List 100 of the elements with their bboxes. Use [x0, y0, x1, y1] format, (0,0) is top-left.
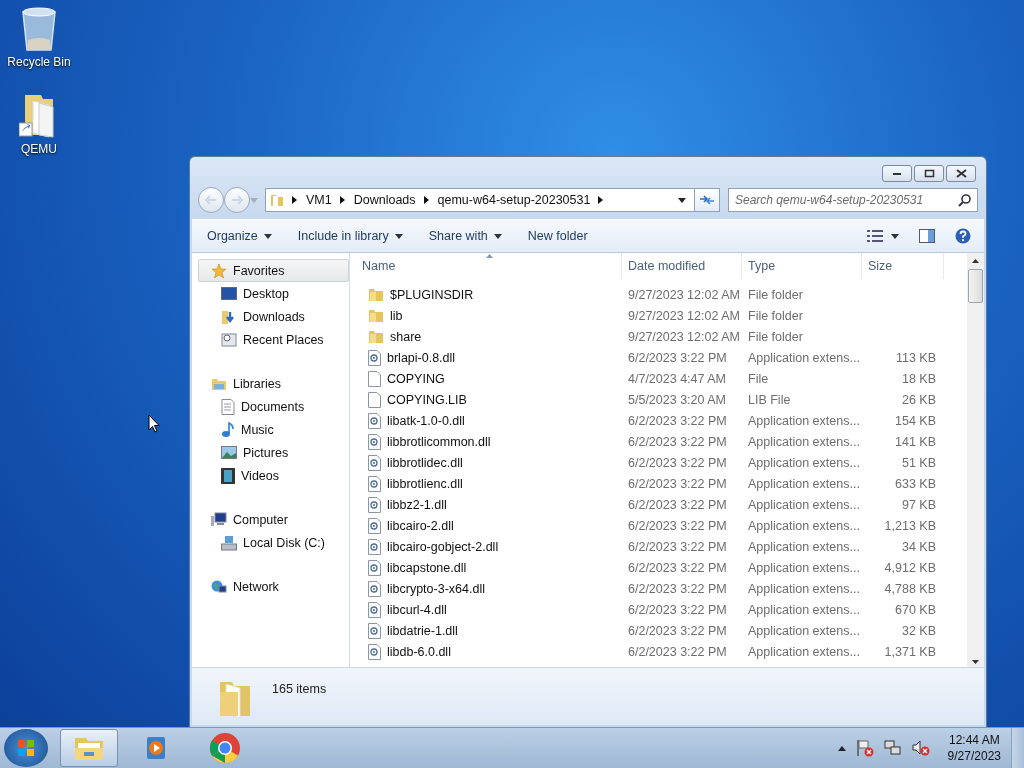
breadcrumb-arrow-icon[interactable] [598, 196, 605, 204]
clock[interactable]: 12:44 AM 9/27/2023 [947, 732, 1001, 764]
file-type-cell-text: Application extens... [747, 433, 861, 451]
file-name[interactable]: brlapi-0.8.dll [387, 350, 456, 365]
file-type-cell-text: Application extens... [747, 559, 861, 577]
file-type-cell-text: Application extens... [747, 454, 861, 472]
file-name[interactable]: libbrotlienc.dll [387, 476, 463, 491]
navigation-label[interactable]: Music [241, 422, 274, 437]
folder-icon [270, 193, 284, 207]
navigation-label[interactable]: Computer [233, 512, 288, 527]
file-name[interactable]: COPYING [387, 371, 445, 386]
scroll-up-arrow-icon[interactable] [972, 259, 979, 263]
column-header[interactable]: Size [862, 253, 944, 279]
preview-pane-icon [919, 229, 935, 243]
folder-icon [368, 329, 384, 344]
navigation-label[interactable]: Recent Places [243, 332, 324, 347]
file-type-cell-text: Application extens... [747, 517, 861, 535]
maximize-button[interactable] [914, 165, 944, 182]
date-modified-cell-text: 6/2/2023 3:22 PM [627, 580, 728, 598]
address-bar[interactable]: VM1 Downloads qemu-w64-setup-20230531 [265, 188, 695, 212]
navigation-item[interactable]: Network [198, 575, 349, 598]
desktop-icon-label[interactable]: Recycle Bin [7, 55, 71, 69]
file-type-cell-text: File [747, 370, 770, 388]
scroll-down-arrow-icon[interactable] [972, 660, 979, 664]
file-name[interactable]: libcairo-2.dll [387, 518, 454, 533]
browser-icon [209, 732, 241, 764]
recycle-bin-icon[interactable] [19, 6, 59, 52]
file-name[interactable]: share [390, 329, 422, 344]
close-button[interactable] [946, 165, 976, 182]
sort-arrow-icon [486, 254, 493, 258]
file-name[interactable]: libcrypto-3-x64.dll [387, 581, 485, 596]
muted-speaker-icon[interactable] [911, 739, 930, 757]
file-name[interactable]: $PLUGINSDIR [390, 287, 474, 302]
dropdown-caret-icon[interactable] [678, 197, 686, 203]
folder-icon [368, 287, 384, 302]
toolbar-button[interactable]: New folder [518, 225, 597, 247]
file-name[interactable]: libdb-6.0.dll [387, 644, 451, 659]
toolbar-button[interactable]: Share with [419, 225, 511, 247]
forward-arrow-icon [231, 195, 243, 205]
file-name[interactable]: libbrotlicommon.dll [387, 434, 491, 449]
navigation-label[interactable]: Network [233, 579, 279, 594]
scrollbar-thumb[interactable] [968, 269, 983, 303]
show-hidden-icons-arrow-icon[interactable] [837, 745, 846, 751]
navigation-item[interactable]: Desktop [198, 282, 349, 305]
column-header[interactable]: Type [742, 253, 862, 279]
toolbar-button[interactable]: Organize [198, 225, 281, 247]
breadcrumb-item[interactable]: qemu-w64-setup-20230531 [437, 193, 591, 207]
restore-icon [923, 169, 935, 178]
start-button[interactable] [4, 729, 48, 767]
file-name[interactable]: libbrotlidec.dll [387, 455, 463, 470]
navigation-item[interactable]: Recent Places [198, 328, 349, 351]
file-name[interactable]: libatk-1.0-0.dll [387, 413, 465, 428]
folder-icon [74, 735, 104, 761]
search-field[interactable]: Search qemu-w64-setup-20230531 [728, 188, 978, 212]
navigation-label[interactable]: Pictures [243, 445, 289, 460]
minimize-button[interactable] [882, 165, 912, 182]
file-type-cell-text: Application extens... [747, 580, 861, 598]
breadcrumb-arrow-icon[interactable] [339, 196, 346, 204]
desktop-icon-label[interactable]: QEMU [21, 142, 57, 156]
navigation-item[interactable]: Computer [198, 508, 349, 531]
navigation-item[interactable]: Local Disk (C:) [198, 531, 349, 554]
caret-icon [493, 233, 502, 239]
file-size-cell: 1,213 KB [884, 518, 936, 533]
navigation-item[interactable]: Music [198, 418, 349, 441]
refresh-button[interactable] [694, 188, 720, 212]
settings-file-icon [368, 538, 381, 555]
navigation-label[interactable]: Libraries [233, 376, 281, 391]
navigation-label[interactable]: Desktop [243, 286, 289, 301]
file-size-cell: 113 KB [895, 350, 936, 365]
navigation-item[interactable]: Libraries [198, 372, 349, 395]
navigation-item[interactable]: Favorites [198, 259, 349, 282]
breadcrumb-item[interactable]: VM1 [306, 193, 332, 207]
network-icon[interactable] [883, 739, 902, 757]
file-name[interactable]: libcairo-gobject-2.dll [387, 539, 499, 554]
date-modified-cell-text: 9/27/2023 12:02 AM [627, 286, 741, 304]
file-name[interactable]: libdatrie-1.dll [387, 623, 458, 638]
navigation-label[interactable]: Favorites [233, 263, 285, 278]
file-name[interactable]: lib [390, 308, 403, 323]
breadcrumb-arrow-icon[interactable] [292, 196, 298, 204]
help-icon [955, 228, 971, 244]
breadcrumb-item[interactable]: Downloads [353, 193, 416, 207]
navigation-item[interactable]: Videos [198, 464, 349, 487]
file-name[interactable]: libbz2-1.dll [387, 497, 447, 512]
navigation-label[interactable]: Documents [241, 399, 305, 414]
navigation-item[interactable]: Downloads [198, 305, 349, 328]
file-name[interactable]: libcurl-4.dll [387, 602, 447, 617]
navigation-label[interactable]: Local Disk (C:) [243, 535, 325, 550]
navigation-item[interactable]: Pictures [198, 441, 349, 464]
column-header[interactable]: Date modified [622, 253, 742, 279]
navigation-label[interactable]: Videos [241, 468, 279, 483]
toolbar-button[interactable]: Include in library [288, 225, 412, 247]
breadcrumb-arrow-icon[interactable] [423, 196, 430, 204]
vertical-scrollbar[interactable] [967, 253, 984, 667]
flag-warning-icon[interactable] [855, 739, 874, 757]
date-modified-cell-text: 6/2/2023 3:22 PM [627, 412, 728, 430]
file-name[interactable]: libcapstone.dll [387, 560, 467, 575]
navigation-label[interactable]: Downloads [243, 309, 305, 324]
taskbar-app-button[interactable] [60, 729, 118, 767]
navigation-item[interactable]: Documents [198, 395, 349, 418]
file-name[interactable]: COPYING.LIB [387, 392, 467, 407]
